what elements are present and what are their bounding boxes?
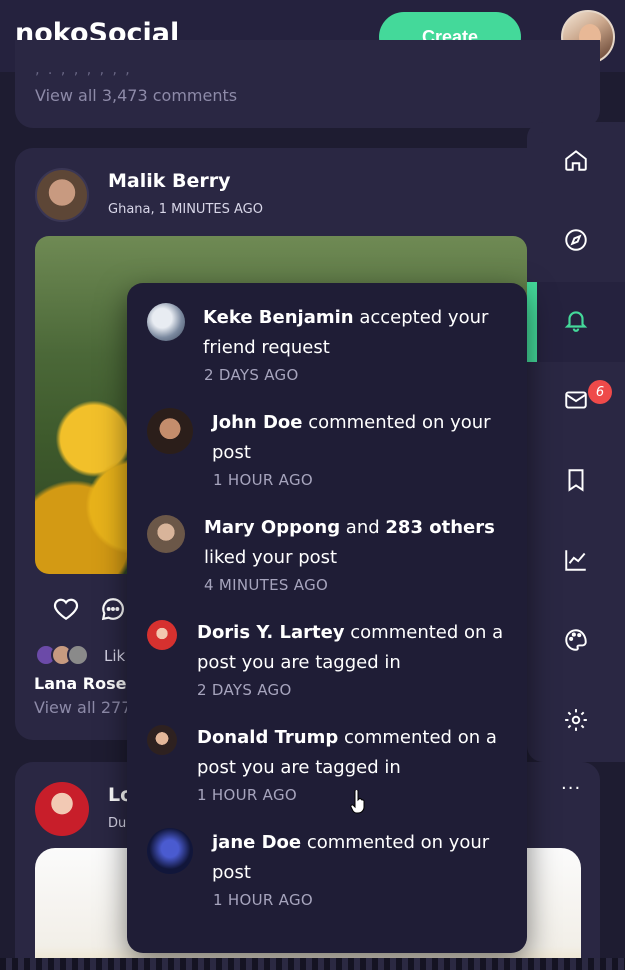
- home-icon: [563, 147, 589, 177]
- notification-avatar: [147, 515, 185, 553]
- notification-text: Keke Benjamin accepted your friend reque…: [203, 307, 489, 358]
- notification-item[interactable]: jane Doe commented on your post 1 HOUR A…: [127, 826, 527, 926]
- sidebar-item-settings[interactable]: [527, 682, 625, 762]
- sidebar-item-home[interactable]: [527, 122, 625, 202]
- post-actions: [53, 596, 133, 622]
- notifications-dropdown: Keke Benjamin accepted your friend reque…: [127, 283, 527, 953]
- notification-avatar: [147, 725, 177, 755]
- notification-user: John Doe: [212, 412, 303, 433]
- post-author-avatar[interactable]: [35, 168, 89, 222]
- notification-item[interactable]: John Doe commented on your post 1 HOUR A…: [127, 406, 527, 506]
- notification-text: Mary Oppong and 283 others liked your po…: [204, 517, 495, 568]
- sidebar-nav: 6: [527, 122, 625, 762]
- post-author-avatar[interactable]: [35, 782, 89, 836]
- mail-icon: [563, 387, 589, 417]
- heart-icon[interactable]: [53, 596, 79, 622]
- hand-cursor-icon: [350, 789, 366, 814]
- notification-user: Keke Benjamin: [203, 307, 354, 328]
- liked-by-avatars: [35, 644, 115, 668]
- palette-icon: [563, 627, 589, 657]
- cut-off-caption: ‚ . ‚ ‚ ‚ ‚ ‚ ,: [35, 62, 132, 78]
- view-comments-link[interactable]: View all 277: [34, 698, 131, 717]
- notification-time: 1 HOUR AGO: [213, 891, 313, 909]
- sidebar-item-explore[interactable]: [527, 202, 625, 282]
- notification-text: Donald Trump commented on a post you are…: [197, 727, 497, 778]
- settings-icon: [563, 707, 589, 737]
- messages-count-badge: 6: [588, 380, 612, 404]
- notification-user: Donald Trump: [197, 727, 339, 748]
- notification-avatar: [147, 828, 193, 874]
- notification-item[interactable]: Donald Trump commented on a post you are…: [127, 721, 527, 821]
- compass-icon: [563, 227, 589, 257]
- sidebar-item-analytics[interactable]: [527, 522, 625, 602]
- notification-avatar: [147, 620, 177, 650]
- active-indicator: [527, 282, 537, 362]
- sidebar-item-messages[interactable]: [527, 362, 625, 442]
- notification-time: 4 MINUTES AGO: [204, 576, 329, 594]
- notification-avatar: [147, 408, 193, 454]
- sidebar-item-notifications[interactable]: [527, 282, 625, 362]
- notification-item[interactable]: Doris Y. Lartey commented on a post you …: [127, 616, 527, 716]
- post-meta: Ghana, 1 MINUTES AGO: [108, 202, 263, 217]
- previous-post-card: ‚ . ‚ ‚ ‚ ‚ ‚ , View all 3,473 comments: [15, 40, 600, 128]
- notification-time: 2 DAYS AGO: [204, 366, 299, 384]
- bell-icon: [563, 307, 589, 337]
- notification-avatar: [147, 303, 185, 341]
- notification-user: jane Doe: [212, 832, 302, 853]
- notification-item[interactable]: Mary Oppong and 283 others liked your po…: [127, 511, 527, 611]
- notification-time: 1 HOUR AGO: [213, 471, 313, 489]
- liked-by-name[interactable]: Lana Rose: [34, 674, 126, 693]
- notification-user: Doris Y. Lartey: [197, 622, 345, 643]
- taskbar-strip: [0, 958, 625, 970]
- sidebar-item-bookmarks[interactable]: [527, 442, 625, 522]
- post-meta: Du: [108, 816, 127, 831]
- notification-user: Mary Oppong: [204, 517, 341, 538]
- chart-icon: [562, 547, 590, 577]
- comment-icon[interactable]: [100, 596, 126, 622]
- more-options-icon[interactable]: ···: [561, 778, 581, 799]
- notification-text: John Doe commented on your post: [212, 412, 491, 463]
- notification-text: Doris Y. Lartey commented on a post you …: [197, 622, 504, 673]
- view-comments-link[interactable]: View all 3,473 comments: [35, 86, 237, 105]
- notification-time: 1 HOUR AGO: [197, 786, 297, 804]
- notification-item[interactable]: Keke Benjamin accepted your friend reque…: [127, 301, 527, 401]
- notification-text: jane Doe commented on your post: [212, 832, 490, 883]
- likes-text: Lik: [104, 647, 126, 665]
- post-author-name[interactable]: Malik Berry: [108, 170, 231, 192]
- bookmark-icon: [563, 467, 589, 497]
- sidebar-item-theme[interactable]: [527, 602, 625, 682]
- notification-time: 2 DAYS AGO: [197, 681, 292, 699]
